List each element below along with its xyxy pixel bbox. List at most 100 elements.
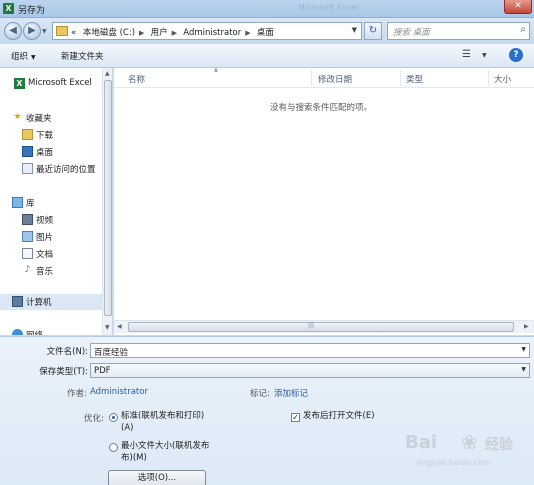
nav-item-pictures[interactable]: 图片 bbox=[0, 229, 102, 245]
nav-item-label: Microsoft Excel bbox=[28, 78, 92, 88]
breadcrumb-item-users[interactable]: 用户 bbox=[151, 28, 168, 38]
nav-pane-scrollbar[interactable]: ▲ ▼ bbox=[102, 68, 112, 335]
music-icon: ♪ bbox=[24, 265, 31, 275]
chevron-right-icon[interactable]: ▶ bbox=[245, 29, 253, 37]
background-window-title: Microsoft Excel bbox=[298, 3, 359, 12]
optimize-label: 优化: bbox=[84, 414, 104, 424]
folder-icon bbox=[56, 26, 68, 36]
organize-menu-button[interactable]: 组织 ▼ bbox=[11, 50, 36, 62]
optimize-minimum-radio[interactable] bbox=[109, 443, 118, 452]
nav-item-recent-places[interactable]: 最近访问的位置 bbox=[0, 161, 102, 177]
star-icon: ★ bbox=[13, 112, 22, 122]
nav-item-microsoft-excel[interactable]: X Microsoft Excel bbox=[0, 76, 102, 92]
chevron-right-icon[interactable]: ▶ bbox=[172, 29, 180, 37]
column-header-name[interactable]: 名称 bbox=[128, 73, 145, 85]
chevron-down-icon[interactable]: ▼ bbox=[521, 346, 526, 353]
nav-item-label: 下载 bbox=[36, 131, 54, 141]
address-bar[interactable]: « 本地磁盘 (C:) ▶ 用户 ▶ Administrator ▶ 桌面 ▼ bbox=[52, 22, 362, 40]
column-header-size[interactable]: 大小 bbox=[494, 73, 511, 85]
open-after-publish-label[interactable]: 发布后打开文件(E) bbox=[303, 410, 375, 422]
nav-item-network[interactable]: 网络 bbox=[0, 327, 102, 335]
watermark-brand: 经验 bbox=[485, 437, 513, 453]
watermark-logo: Bai bbox=[405, 432, 438, 453]
scroll-up-arrow-icon[interactable]: ▲ bbox=[105, 70, 110, 77]
author-value[interactable]: Administrator bbox=[90, 387, 148, 397]
nav-item-label: 收藏夹 bbox=[26, 114, 52, 124]
nav-item-music[interactable]: ♪ 音乐 bbox=[0, 263, 102, 279]
scroll-left-arrow-icon[interactable]: ◀ bbox=[117, 323, 122, 330]
address-dropdown-icon[interactable]: ▼ bbox=[352, 26, 357, 34]
recent-places-icon bbox=[22, 163, 33, 174]
search-input[interactable]: 搜索 桌面 ⌕ bbox=[387, 22, 530, 40]
nav-item-label: 库 bbox=[26, 199, 35, 209]
tags-label: 标记: bbox=[250, 389, 270, 399]
back-button[interactable]: ◀ bbox=[4, 22, 22, 40]
paw-icon: ❀ bbox=[461, 430, 478, 454]
nav-item-computer[interactable]: 计算机 bbox=[0, 294, 102, 310]
sort-indicator-icon: ▲ bbox=[214, 67, 218, 73]
column-header-date-modified[interactable]: 修改日期 bbox=[318, 73, 352, 85]
filename-label: 文件名(N): bbox=[46, 347, 88, 357]
new-folder-button[interactable]: 新建文件夹 bbox=[61, 50, 104, 62]
scrollbar-thumb[interactable] bbox=[128, 322, 514, 332]
excel-app-icon: X bbox=[3, 3, 14, 14]
column-header-type[interactable]: 类型 bbox=[406, 73, 423, 85]
watermark-url: jingyan.baidu.com bbox=[417, 458, 491, 467]
organize-label: 组织 bbox=[11, 52, 29, 62]
title-bar: X 另存为 Microsoft Excel ✕ bbox=[0, 0, 534, 18]
breadcrumb-item-local-disk[interactable]: 本地磁盘 (C:) bbox=[83, 28, 135, 38]
optimize-minimum-label[interactable]: 最小文件大小(联机发布 布)(M) bbox=[121, 440, 209, 464]
column-divider[interactable] bbox=[488, 70, 489, 86]
close-button[interactable]: ✕ bbox=[504, 0, 532, 14]
forward-button[interactable]: ▶ bbox=[23, 22, 41, 40]
optimize-standard-label[interactable]: 标准(联机发布和打印) (A) bbox=[121, 410, 204, 434]
nav-item-downloads[interactable]: 下载 bbox=[0, 127, 102, 143]
documents-icon bbox=[22, 248, 33, 259]
search-icon[interactable]: ⌕ bbox=[520, 24, 526, 35]
video-icon bbox=[22, 214, 33, 225]
column-divider[interactable] bbox=[400, 70, 401, 86]
window-title: 另存为 bbox=[18, 6, 46, 16]
options-button[interactable]: 选项(O)... bbox=[108, 470, 206, 485]
nav-item-videos[interactable]: 视频 bbox=[0, 212, 102, 228]
file-list-horizontal-scrollbar[interactable]: ◀ ||| ▶ bbox=[114, 320, 534, 333]
nav-item-label: 计算机 bbox=[26, 298, 52, 308]
open-after-publish-checkbox[interactable]: ✓ bbox=[291, 413, 300, 422]
filename-value: 百度经验 bbox=[94, 348, 129, 358]
tags-value[interactable]: 添加标记 bbox=[274, 387, 308, 399]
breadcrumb: « 本地磁盘 (C:) ▶ 用户 ▶ Administrator ▶ 桌面 bbox=[71, 26, 278, 38]
scroll-down-arrow-icon[interactable]: ▼ bbox=[105, 324, 110, 331]
breadcrumb-item-administrator[interactable]: Administrator bbox=[183, 28, 241, 38]
baidu-jingyan-watermark: Bai ❀ 经验 jingyan.baidu.com bbox=[405, 430, 530, 480]
column-divider[interactable] bbox=[311, 70, 312, 86]
chevron-down-icon: ▼ bbox=[31, 54, 36, 61]
scroll-right-arrow-icon[interactable]: ▶ bbox=[524, 323, 529, 330]
nav-item-favorites[interactable]: ★ 收藏夹 bbox=[0, 110, 102, 126]
breadcrumb-item-desktop[interactable]: 桌面 bbox=[257, 28, 274, 38]
view-options-icon[interactable]: ☰ bbox=[462, 49, 471, 60]
optimize-standard-radio[interactable] bbox=[109, 413, 118, 422]
nav-item-documents[interactable]: 文档 bbox=[0, 246, 102, 262]
nav-item-label: 最近访问的位置 bbox=[36, 165, 96, 175]
nav-item-libraries[interactable]: 库 bbox=[0, 195, 102, 211]
scrollbar-thumb[interactable] bbox=[104, 80, 112, 316]
nav-item-label: 桌面 bbox=[36, 148, 54, 158]
recent-locations-dropdown-icon[interactable]: ▼ bbox=[42, 28, 47, 35]
breadcrumb-overflow[interactable]: « bbox=[71, 28, 76, 38]
filetype-value: PDF bbox=[94, 366, 111, 376]
empty-results-message: 没有与搜索条件匹配的项。 bbox=[270, 103, 373, 113]
filename-field[interactable]: 百度经验 ▼ bbox=[90, 343, 530, 358]
filetype-select[interactable]: PDF ▼ bbox=[90, 363, 530, 378]
nav-item-desktop[interactable]: 桌面 bbox=[0, 144, 102, 160]
chevron-down-icon[interactable]: ▼ bbox=[521, 366, 526, 373]
help-icon[interactable]: ? bbox=[509, 48, 523, 62]
view-dropdown-icon[interactable]: ▼ bbox=[482, 52, 487, 59]
desktop-icon bbox=[22, 146, 33, 157]
file-list-pane[interactable]: ▲ 名称 修改日期 类型 大小 没有与搜索条件匹配的项。 ◀ ||| ▶ bbox=[114, 67, 534, 335]
author-label: 作者: bbox=[67, 389, 87, 399]
nav-item-label: 文档 bbox=[36, 250, 54, 260]
refresh-button[interactable]: ↻ bbox=[364, 22, 382, 40]
chevron-right-icon[interactable]: ▶ bbox=[139, 29, 147, 37]
address-row: ◀ ▶ ▼ « 本地磁盘 (C:) ▶ 用户 ▶ Administrator ▶ 桌面… bbox=[0, 18, 534, 44]
navigation-pane: X Microsoft Excel ★ 收藏夹 下载 桌面 最近访问的位置 库 … bbox=[0, 68, 113, 335]
